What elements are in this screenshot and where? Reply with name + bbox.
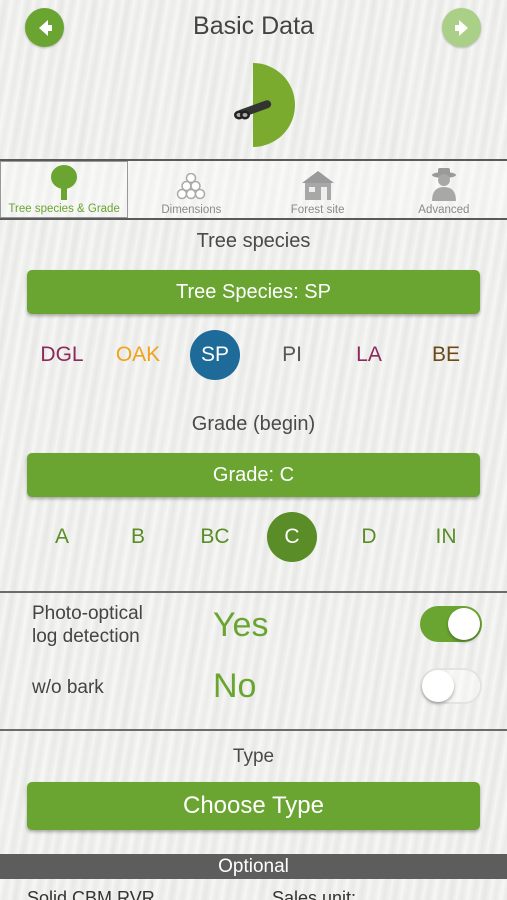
divider	[0, 729, 507, 731]
bark-label: w/o bark	[32, 677, 104, 698]
species-option-la[interactable]: LA	[344, 330, 394, 380]
tree-icon	[44, 164, 84, 200]
grade-option-a[interactable]: A	[37, 512, 87, 562]
photo-optical-value: Yes	[213, 606, 269, 644]
choose-type-button[interactable]: Choose Type	[27, 782, 480, 830]
sales-unit-label: Sales unit:	[272, 888, 357, 900]
grade-option-d[interactable]: D	[344, 512, 394, 562]
optional-section-header: Optional	[0, 854, 507, 879]
tab-tree-species-grade[interactable]: Tree species & Grade	[0, 161, 129, 218]
grade-heading: Grade (begin)	[191, 413, 316, 435]
grade-option-c[interactable]: C	[267, 512, 317, 562]
bark-toggle[interactable]	[420, 668, 482, 704]
species-option-be[interactable]: BE	[421, 330, 471, 380]
grade-option-bc[interactable]: BC	[190, 512, 240, 562]
species-option-sp[interactable]: SP	[190, 330, 240, 380]
bark-value: No	[213, 667, 257, 705]
photo-optical-toggle[interactable]	[420, 606, 482, 642]
tab-forest-site[interactable]: Forest site	[255, 161, 381, 218]
tab-advanced[interactable]: Advanced	[381, 161, 507, 218]
grade-button[interactable]: Grade: C	[27, 453, 480, 497]
arrow-right-icon	[454, 19, 468, 36]
toggle-knob	[448, 608, 480, 640]
forester-icon	[424, 165, 464, 201]
solid-cbm-label: Solid CBM RVR	[27, 888, 155, 900]
grade-option-in[interactable]: IN	[421, 512, 471, 562]
species-options: DGL OAK SP PI LA BE	[0, 330, 507, 380]
forward-button[interactable]	[442, 8, 481, 47]
progress-indicator	[212, 63, 296, 147]
page-title: Basic Data	[193, 12, 314, 40]
cabin-icon	[298, 165, 338, 201]
photo-optical-label: Photo-optical log detection	[32, 603, 143, 647]
species-option-oak[interactable]: OAK	[113, 330, 163, 380]
section-tabs: Tree species & Grade Dimensions Forest s…	[0, 159, 507, 220]
species-option-dgl[interactable]: DGL	[37, 330, 87, 380]
tree-species-button[interactable]: Tree Species: SP	[27, 270, 480, 314]
species-option-pi[interactable]: PI	[267, 330, 317, 380]
grade-option-b[interactable]: B	[113, 512, 163, 562]
log-stack-icon	[171, 165, 211, 201]
tree-species-heading: Tree species	[196, 230, 311, 252]
tab-dimensions[interactable]: Dimensions	[128, 161, 254, 218]
grade-options: A B BC C D IN	[0, 512, 507, 562]
divider	[0, 591, 507, 593]
type-heading: Type	[232, 746, 275, 767]
toggle-knob	[422, 670, 454, 702]
